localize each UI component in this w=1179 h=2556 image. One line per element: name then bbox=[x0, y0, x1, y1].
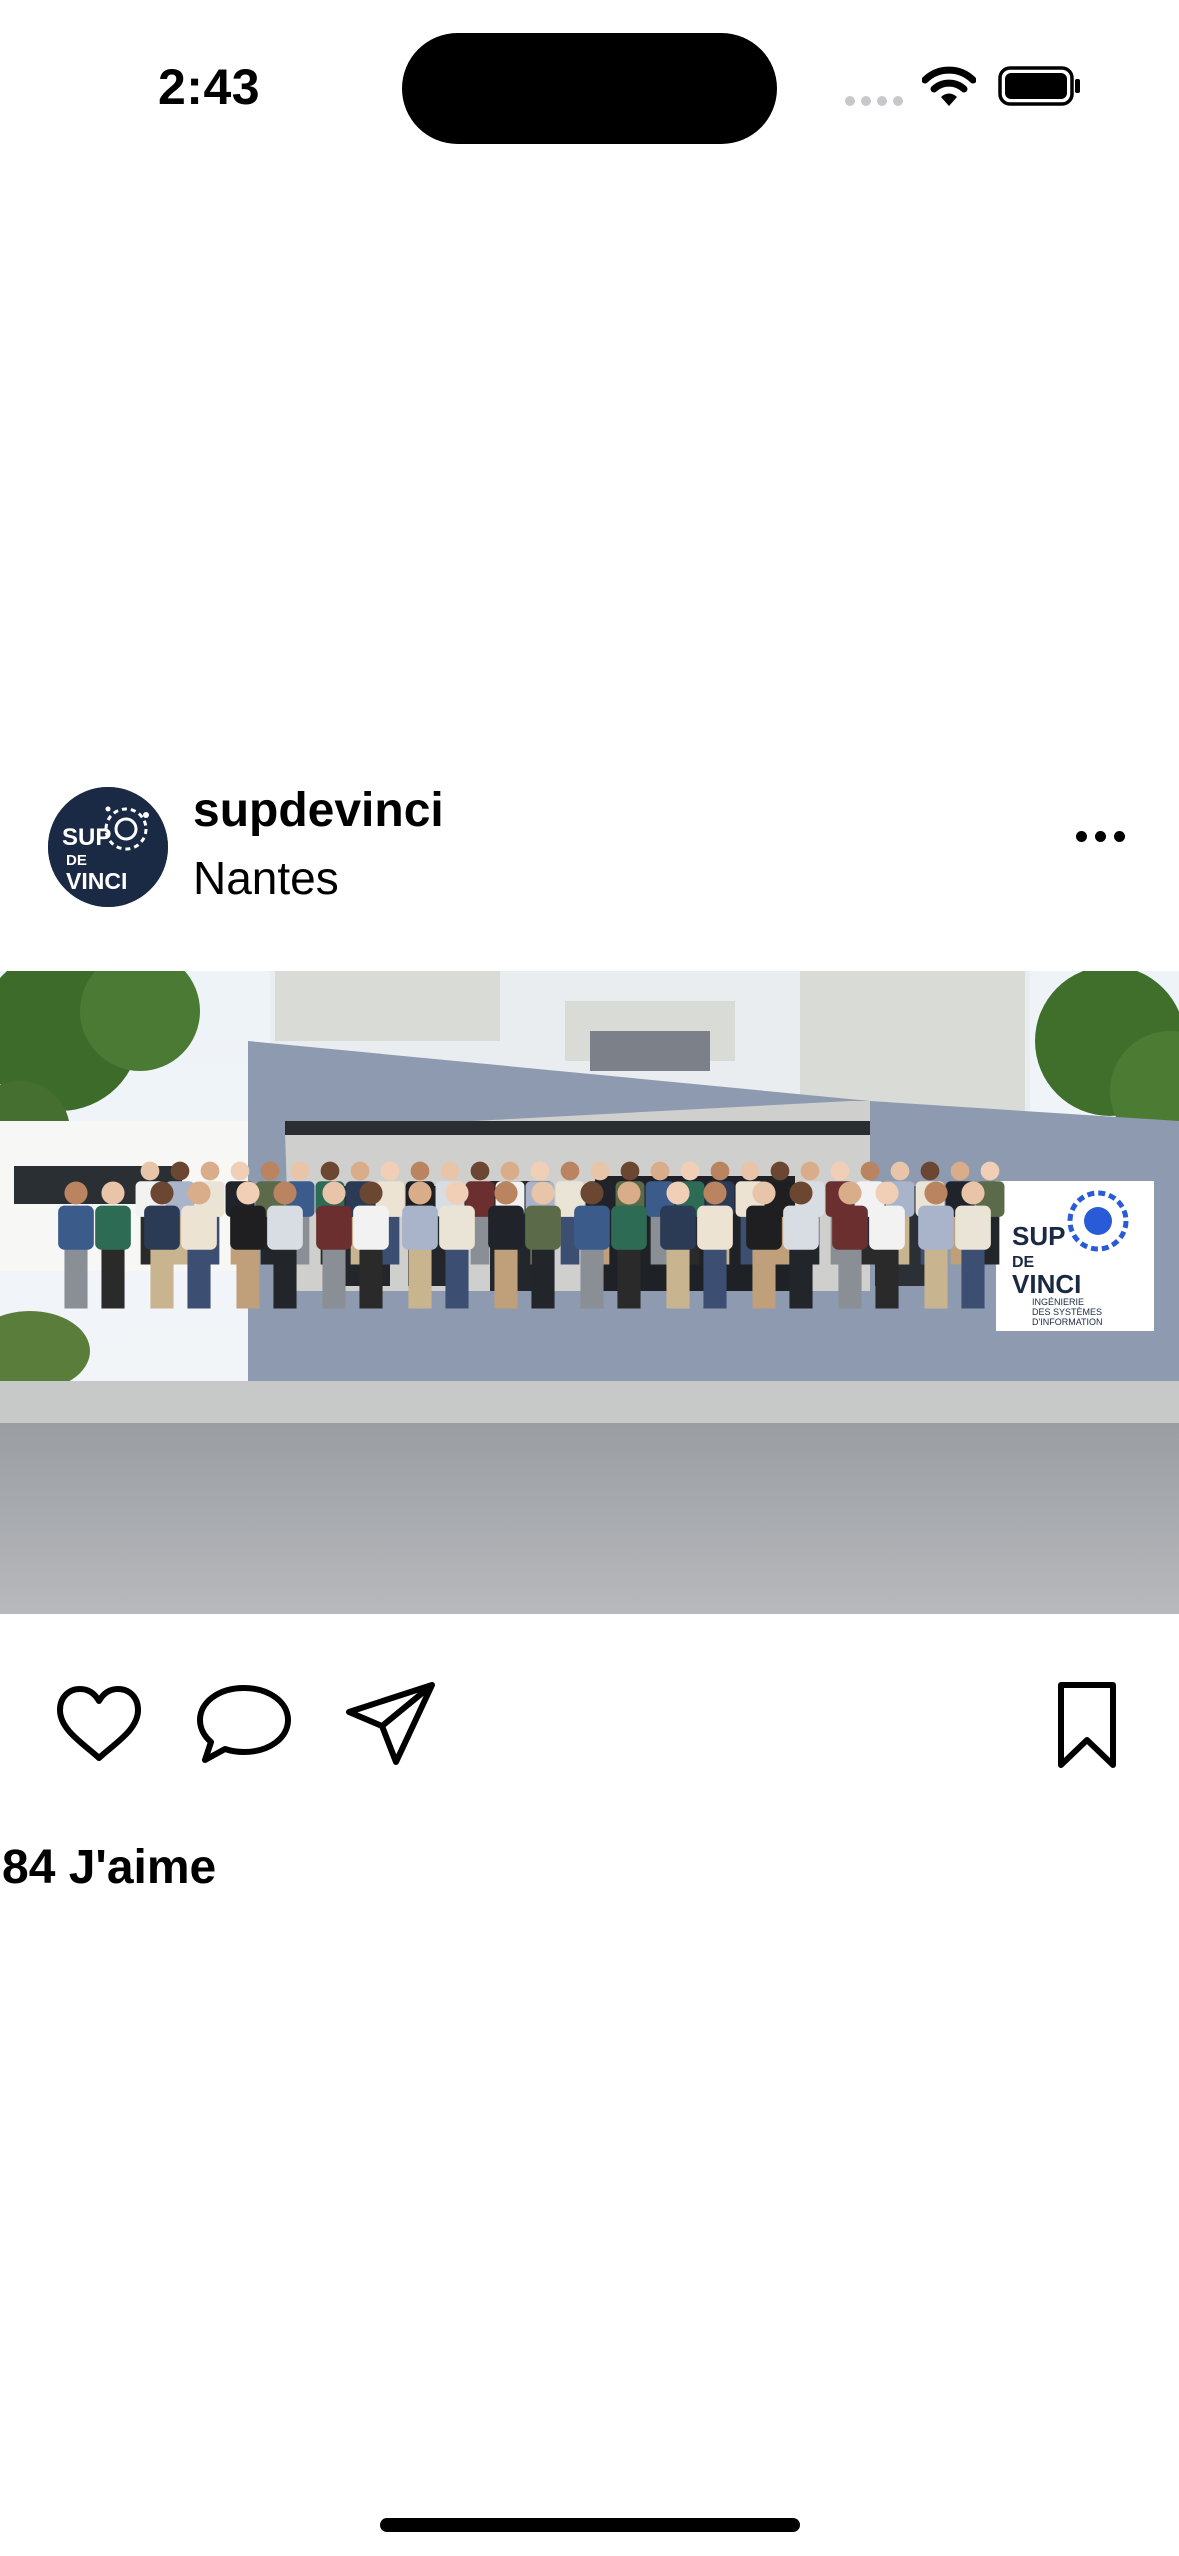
wifi-icon bbox=[922, 66, 976, 106]
comment-icon bbox=[197, 1685, 291, 1763]
paper-plane-icon bbox=[346, 1682, 435, 1765]
more-icon bbox=[1076, 831, 1087, 842]
home-indicator bbox=[380, 2518, 800, 2532]
heart-icon bbox=[57, 1686, 141, 1761]
post-location[interactable]: Nantes bbox=[193, 851, 339, 905]
sign-line: D'INFORMATION bbox=[1032, 1317, 1103, 1327]
share-button[interactable] bbox=[344, 1680, 438, 1768]
dynamic-island bbox=[402, 33, 777, 144]
post-username[interactable]: supdevinci bbox=[193, 783, 444, 838]
status-time: 2:43 bbox=[158, 59, 261, 115]
supdevinci-logo: SUP DE VINCI bbox=[48, 787, 168, 907]
sign-line: INGÉNIERIE bbox=[1032, 1297, 1084, 1307]
cellular-signal-icon bbox=[845, 96, 907, 108]
more-options-button[interactable] bbox=[1070, 820, 1130, 850]
avatar[interactable]: SUP DE VINCI bbox=[48, 787, 168, 907]
battery-icon bbox=[998, 66, 1080, 106]
avatar-logo-line: SUP bbox=[62, 824, 111, 851]
save-button[interactable] bbox=[1056, 1680, 1118, 1770]
likes-count[interactable]: 84 J'aime bbox=[2, 1840, 216, 1895]
comment-button[interactable] bbox=[195, 1682, 293, 1766]
avatar-logo-line: VINCI bbox=[66, 868, 127, 894]
like-button[interactable] bbox=[54, 1684, 144, 1764]
sign-line: VINCI bbox=[1012, 1269, 1081, 1299]
sign-line: DES SYSTÈMES bbox=[1032, 1307, 1102, 1317]
sign-line: SUP bbox=[1012, 1221, 1065, 1251]
bookmark-icon bbox=[1058, 1682, 1116, 1768]
avatar-logo-line: DE bbox=[66, 852, 87, 869]
post-photo[interactable]: SUP DE VINCI INGÉNIERIE DES SYSTÈMES D'I… bbox=[0, 971, 1179, 1614]
